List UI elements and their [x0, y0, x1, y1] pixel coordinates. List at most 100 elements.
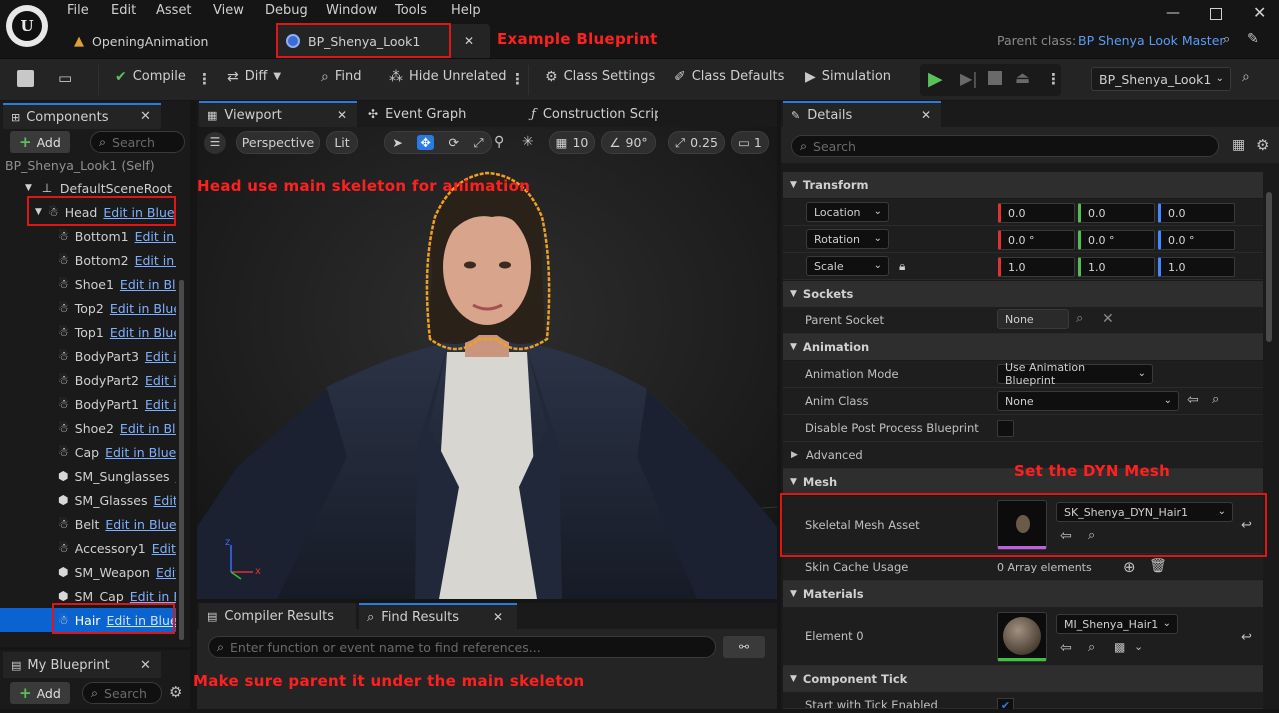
edit-in-blueprint-link[interactable]: Edit in Blueprint: [152, 541, 176, 556]
world-local-icon[interactable]: ✳: [522, 134, 534, 150]
stop-icon[interactable]: [988, 71, 1002, 85]
my-blueprint-tab[interactable]: ▤ My Blueprint: [3, 652, 161, 678]
location-y-field[interactable]: 0.0: [1078, 203, 1155, 223]
section-animation[interactable]: ▼Animation: [783, 334, 1263, 360]
scale-y-field[interactable]: 1.0: [1078, 257, 1155, 277]
unreal-logo-icon[interactable]: U: [6, 5, 48, 47]
tree-item-bodypart3[interactable]: ☃BodyPart3Edit in Blueprint: [0, 344, 176, 368]
camera-speed-button[interactable]: ▭1: [731, 131, 769, 154]
tree-item-bodypart2[interactable]: ☃BodyPart2Edit in Blueprint: [0, 368, 176, 392]
menu-edit[interactable]: Edit: [111, 3, 136, 18]
tab-viewport[interactable]: ▦ Viewport ✕: [199, 101, 357, 127]
rotation-y-field[interactable]: 0.0 °: [1078, 230, 1155, 250]
tree-item-sm-glasses[interactable]: ⬢SM_GlassesEdit in Blueprint: [0, 488, 176, 512]
add-member-button[interactable]: +Add: [10, 682, 70, 704]
viewport[interactable]: z x: [197, 127, 777, 599]
class-settings-button[interactable]: ⚙ Class Settings: [545, 69, 655, 84]
step-icon[interactable]: ▶|: [960, 69, 978, 88]
rotation-x-field[interactable]: 0.0 °: [998, 230, 1075, 250]
edit-in-blueprint-link[interactable]: Edit in Blueprint: [145, 373, 176, 388]
tree-item-bottom1[interactable]: ☃Bottom1Edit in Blueprint: [0, 224, 176, 248]
scale-z-field[interactable]: 1.0: [1158, 257, 1235, 277]
edit-in-blueprint-link[interactable]: Edit in Blueprint: [154, 493, 176, 508]
edit-in-blueprint-link[interactable]: Edit in Blueprint: [130, 589, 176, 604]
clear-socket-icon[interactable]: ✕: [1102, 311, 1114, 327]
menu-help[interactable]: Help: [451, 3, 481, 18]
tree-item-belt[interactable]: ☃BeltEdit in Blueprint: [0, 512, 176, 536]
move-icon[interactable]: ✥: [417, 135, 433, 150]
tab-event-graph[interactable]: ✣ Event Graph: [360, 101, 520, 127]
tree-item-bodypart1[interactable]: ☃BodyPart1Edit in Blueprint: [0, 392, 176, 416]
tree-item-accessory1[interactable]: ☃Accessory1Edit in Blueprint: [0, 536, 176, 560]
checker-icon[interactable]: ▩: [1114, 640, 1125, 654]
browse-asset-icon[interactable]: ⌕: [1212, 392, 1219, 407]
gear-icon[interactable]: ⚙: [1256, 136, 1269, 154]
menu-window[interactable]: Window: [326, 3, 377, 18]
play-options-icon[interactable]: ⋮: [1046, 70, 1061, 88]
tree-item-cap[interactable]: ☃CapEdit in Blueprint: [0, 440, 176, 464]
menu-debug[interactable]: Debug: [265, 3, 308, 18]
edit-in-blueprint-link[interactable]: Edit in Blueprint: [105, 445, 176, 460]
rotate-icon[interactable]: ⟳: [449, 135, 459, 150]
anim-class-select[interactable]: None⌄: [997, 391, 1179, 411]
details-tab[interactable]: ✎ Details ✕: [783, 101, 941, 127]
edit-in-blueprint-link[interactable]: Edit in Blueprint: [120, 421, 176, 436]
edit-in-blueprint-link[interactable]: Edit in Blueprint: [135, 253, 176, 268]
lit-button[interactable]: Lit: [326, 131, 358, 154]
tree-item-top2[interactable]: ☃Top2Edit in Blueprint: [0, 296, 176, 320]
binoculars-button[interactable]: ⚯: [723, 636, 765, 658]
edit-in-blueprint-link[interactable]: Edit in Blueprint: [145, 349, 176, 364]
compile-options-icon[interactable]: ⋮: [197, 70, 212, 88]
reset-to-default-icon[interactable]: ↩: [1241, 630, 1252, 645]
rotation-snap-button[interactable]: ∠90°: [601, 131, 656, 154]
menu-tools[interactable]: Tools: [395, 3, 427, 18]
save-icon[interactable]: [17, 70, 34, 87]
components-search-input[interactable]: ⌕Search: [90, 131, 185, 153]
hide-unrelated-button[interactable]: ⁂ Hide Unrelated: [389, 69, 507, 84]
debug-object-select[interactable]: BP_Shenya_Look1 ⌄: [1091, 67, 1231, 91]
simulation-button[interactable]: ▶ Simulation: [805, 69, 891, 84]
search-class-icon[interactable]: ⌕: [1223, 32, 1230, 47]
location-dropdown[interactable]: Location⌄: [806, 202, 889, 222]
my-blueprint-search-input[interactable]: ⌕Search: [82, 682, 162, 704]
close-tab-icon[interactable]: ✕: [493, 610, 503, 624]
perspective-button[interactable]: Perspective: [236, 131, 320, 154]
details-scrollbar[interactable]: [1266, 192, 1272, 342]
start-tick-checkbox[interactable]: ✔: [997, 698, 1014, 709]
play-icon[interactable]: ▶: [928, 68, 943, 90]
menu-asset[interactable]: Asset: [156, 3, 192, 18]
add-element-icon[interactable]: ⊕: [1123, 558, 1136, 576]
tree-item-bottom2[interactable]: ☃Bottom2Edit in Blueprint: [0, 248, 176, 272]
grid-snap-button[interactable]: ▦10: [549, 131, 595, 154]
tab-compiler-results[interactable]: ▤ Compiler Results: [199, 603, 356, 629]
socket-browse-icon[interactable]: ⌕: [1076, 311, 1083, 326]
debug-browse-icon[interactable]: ⌕: [1242, 69, 1250, 85]
select-arrow-icon[interactable]: ➤: [392, 135, 402, 150]
gear-icon[interactable]: ⚙: [169, 683, 182, 701]
eject-icon[interactable]: ⏏: [1015, 68, 1030, 87]
chevron-down-icon[interactable]: ⌄: [1134, 640, 1143, 653]
close-tab-icon[interactable]: ✕: [921, 108, 931, 122]
close-window-icon[interactable]: ✕: [1253, 3, 1266, 22]
trash-icon[interactable]: 🗑︎: [1149, 558, 1167, 574]
hide-options-icon[interactable]: ⋮: [510, 70, 525, 88]
location-x-field[interactable]: 0.0: [998, 203, 1075, 223]
section-sockets[interactable]: ▼Sockets: [783, 281, 1263, 307]
section-transform[interactable]: ▼Transform: [783, 172, 1263, 198]
tree-item-sm-weapon[interactable]: ⬢SM_WeaponEdit in Blueprint: [0, 560, 176, 584]
menu-view[interactable]: View: [213, 3, 244, 18]
tree-item-top1[interactable]: ☃Top1Edit in Blueprint: [0, 320, 176, 344]
viewport-menu-icon[interactable]: ☰: [204, 132, 226, 154]
close-tab-icon[interactable]: ✕: [464, 34, 474, 48]
table-view-icon[interactable]: ▦: [1232, 137, 1245, 153]
components-tab[interactable]: ⊞ Components: [3, 103, 161, 129]
disable-post-process-checkbox[interactable]: [997, 420, 1014, 437]
details-search-input[interactable]: ⌕Search: [791, 135, 1219, 157]
use-selected-icon[interactable]: ⇦: [1060, 640, 1072, 656]
scale-snap-button[interactable]: ⤢0.25: [668, 131, 725, 154]
scale-dropdown[interactable]: Scale⌄: [806, 256, 889, 276]
edit-in-blueprint-link[interactable]: Edit in Blueprint: [110, 325, 176, 340]
browse-icon[interactable]: ▭: [58, 69, 72, 87]
find-button[interactable]: ⌕ Find: [321, 69, 361, 84]
parent-class-link[interactable]: BP Shenya Look Master: [1078, 33, 1225, 48]
